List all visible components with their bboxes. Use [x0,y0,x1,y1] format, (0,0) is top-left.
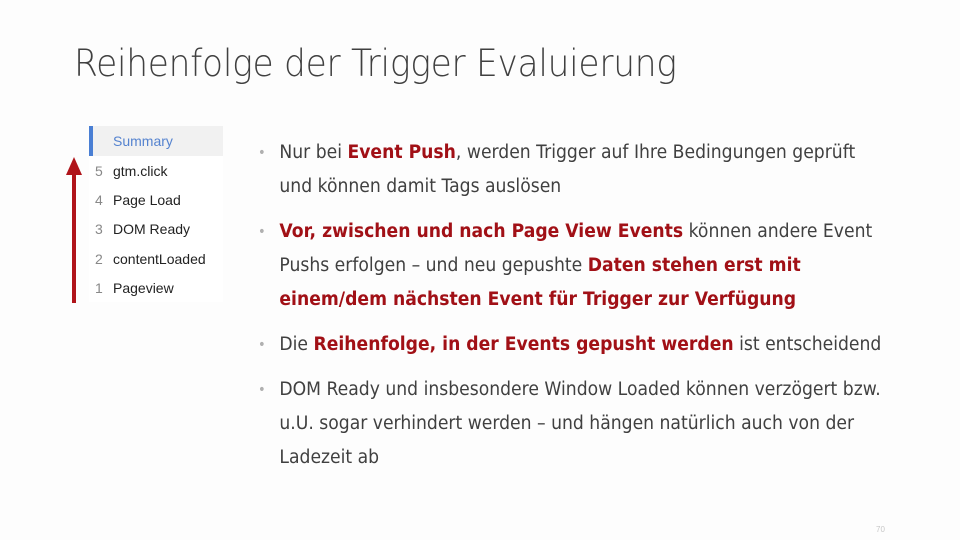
event-number: 3 [95,221,103,238]
event-number: 2 [95,250,103,267]
bullet-highlight: Event Push [347,142,456,163]
bullet-text: Die [279,334,314,355]
event-label: DOM Ready [113,221,191,238]
bullet-item: • Vor, zwischen und nach Page View Event… [258,215,893,317]
event-label: gtm.click [113,162,168,179]
bullet-text: Nur bei [279,142,348,163]
event-number: 4 [95,192,103,209]
bullet-dot-icon: • [258,337,266,353]
slide-title: Reihenfolge der Trigger Evaluierung [74,42,677,85]
bullet-dot-icon: • [258,382,266,398]
event-label: Page Load [113,192,181,209]
event-label: Pageview [113,280,174,297]
bullet-highlight: Vor, zwischen und nach Page View Events [279,221,684,242]
event-number: 5 [95,162,103,179]
bullet-item: • Die Reihenfolge, in der Events gepusht… [258,328,893,362]
bullet-item: • Nur bei Event Push, werden Trigger auf… [258,136,893,204]
bullet-dot-icon: • [258,224,266,240]
event-row[interactable]: 3 DOM Ready [89,215,223,244]
event-row[interactable]: 2 contentLoaded [89,244,223,273]
event-number: 1 [95,280,103,297]
summary-header[interactable]: Summary [89,126,223,156]
event-row[interactable]: 4 Page Load [89,185,223,214]
event-row[interactable]: 5 gtm.click [89,156,223,185]
event-list-panel: Summary 5 gtm.click 4 Page Load 3 DOM Re… [89,126,223,302]
up-arrow-icon [66,157,82,303]
bullet-list: • Nur bei Event Push, werden Trigger auf… [258,136,881,486]
bullet-text: ist entscheidend [733,334,882,355]
page-number: 70 [876,525,885,534]
event-label: contentLoaded [113,250,206,267]
bullet-dot-icon: • [258,145,266,161]
event-row[interactable]: 1 Pageview [89,274,223,303]
bullet-highlight: Reihenfolge, in der Events gepusht werde… [313,334,734,355]
bullet-text: DOM Ready und insbesondere Window Loaded… [279,379,881,468]
bullet-item: • DOM Ready und insbesondere Window Load… [258,373,893,475]
